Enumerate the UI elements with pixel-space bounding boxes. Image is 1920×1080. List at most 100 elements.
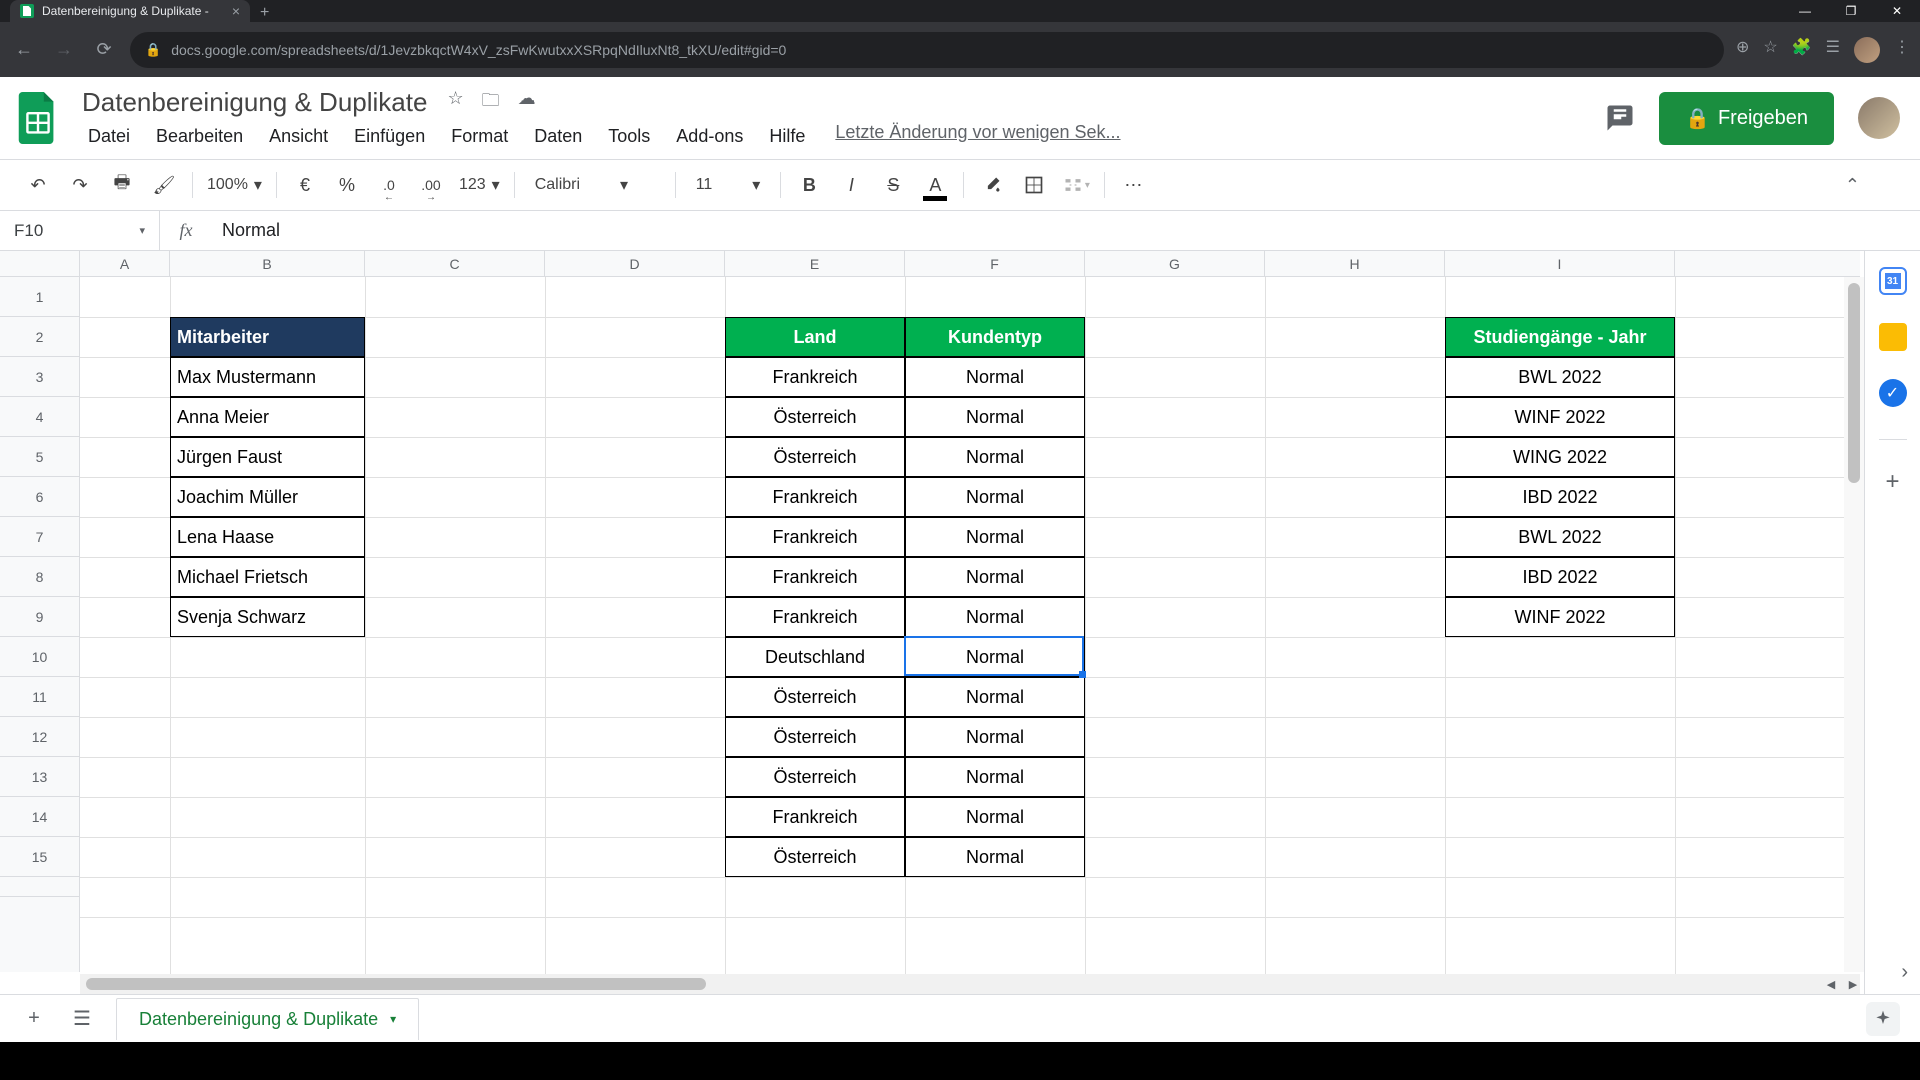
- merge-cells-button[interactable]: ▾: [1058, 167, 1094, 203]
- currency-button[interactable]: €: [287, 167, 323, 203]
- number-format-dropdown[interactable]: 123▾: [455, 175, 504, 195]
- window-close[interactable]: ✕: [1874, 0, 1920, 22]
- window-maximize[interactable]: ❐: [1828, 0, 1874, 22]
- formula-bar[interactable]: Normal: [212, 220, 1920, 241]
- decrease-decimal-button[interactable]: .0←: [371, 167, 407, 203]
- column-header-H[interactable]: H: [1265, 251, 1445, 276]
- new-tab-button[interactable]: +: [250, 4, 279, 22]
- table2-header[interactable]: Land: [725, 317, 905, 357]
- table3-header[interactable]: Studiengänge - Jahr: [1445, 317, 1675, 357]
- table1-cell[interactable]: Joachim Müller: [170, 477, 365, 517]
- column-header-A[interactable]: A: [80, 251, 170, 276]
- percent-button[interactable]: %: [329, 167, 365, 203]
- font-size-dropdown[interactable]: 11▾: [686, 175, 771, 195]
- text-color-button[interactable]: A: [917, 167, 953, 203]
- row-header-6[interactable]: 6: [0, 477, 79, 517]
- table2-cell[interactable]: Normal: [905, 797, 1085, 837]
- menu-datei[interactable]: Datei: [76, 122, 142, 151]
- row-header-1[interactable]: 1: [0, 277, 79, 317]
- table2-cell[interactable]: Österreich: [725, 717, 905, 757]
- move-icon[interactable]: 🗀: [482, 88, 500, 118]
- table3-cell[interactable]: WING 2022: [1445, 437, 1675, 477]
- table2-cell[interactable]: Normal: [905, 717, 1085, 757]
- bookmark-icon[interactable]: ☆: [1763, 37, 1777, 63]
- menu-hilfe[interactable]: Hilfe: [757, 122, 817, 151]
- address-bar[interactable]: 🔒 docs.google.com/spreadsheets/d/1Jevzbk…: [130, 32, 1724, 68]
- menu-format[interactable]: Format: [439, 122, 520, 151]
- browser-menu-icon[interactable]: ⋮: [1894, 37, 1910, 63]
- sheets-logo[interactable]: [12, 92, 64, 144]
- add-sheet-button[interactable]: +: [20, 1005, 48, 1033]
- column-header-D[interactable]: D: [545, 251, 725, 276]
- row-header-3[interactable]: 3: [0, 357, 79, 397]
- table3-cell[interactable]: WINF 2022: [1445, 397, 1675, 437]
- row-header-12[interactable]: 12: [0, 717, 79, 757]
- row-header-7[interactable]: 7: [0, 517, 79, 557]
- menu-addons[interactable]: Add-ons: [664, 122, 755, 151]
- horizontal-scrollbar[interactable]: [80, 974, 1860, 994]
- browser-tab[interactable]: Datenbereinigung & Duplikate - ×: [10, 0, 250, 22]
- row-header-9[interactable]: 9: [0, 597, 79, 637]
- share-button[interactable]: 🔒 Freigeben: [1659, 92, 1834, 145]
- table2-cell[interactable]: Normal: [905, 677, 1085, 717]
- forward-button[interactable]: →: [50, 36, 78, 64]
- row-header-10[interactable]: 10: [0, 637, 79, 677]
- table2-cell[interactable]: Normal: [905, 557, 1085, 597]
- table2-cell[interactable]: Normal: [905, 397, 1085, 437]
- table2-cell[interactable]: Frankreich: [725, 557, 905, 597]
- menu-bearbeiten[interactable]: Bearbeiten: [144, 122, 255, 151]
- table2-cell[interactable]: Normal: [905, 477, 1085, 517]
- column-header-F[interactable]: F: [905, 251, 1085, 276]
- table2-cell[interactable]: Frankreich: [725, 357, 905, 397]
- zoom-dropdown[interactable]: 100%▾: [203, 175, 266, 195]
- fill-color-button[interactable]: [974, 167, 1010, 203]
- table2-cell[interactable]: Österreich: [725, 677, 905, 717]
- print-button[interactable]: 🖶: [104, 167, 140, 203]
- paint-format-button[interactable]: 🖌: [146, 167, 182, 203]
- table3-cell[interactable]: BWL 2022: [1445, 517, 1675, 557]
- table1-cell[interactable]: Max Mustermann: [170, 357, 365, 397]
- table1-cell[interactable]: Michael Frietsch: [170, 557, 365, 597]
- explore-button[interactable]: [1866, 1002, 1900, 1036]
- table1-cell[interactable]: Jürgen Faust: [170, 437, 365, 477]
- window-minimize[interactable]: —: [1782, 0, 1828, 22]
- table3-cell[interactable]: WINF 2022: [1445, 597, 1675, 637]
- borders-button[interactable]: [1016, 167, 1052, 203]
- row-header-11[interactable]: 11: [0, 677, 79, 717]
- table2-cell[interactable]: Österreich: [725, 397, 905, 437]
- row-header-13[interactable]: 13: [0, 757, 79, 797]
- column-header-E[interactable]: E: [725, 251, 905, 276]
- all-sheets-button[interactable]: ☰: [68, 1005, 96, 1033]
- table2-header[interactable]: Kundentyp: [905, 317, 1085, 357]
- reading-list-icon[interactable]: ☰: [1826, 37, 1840, 63]
- table1-header[interactable]: Mitarbeiter: [170, 317, 365, 357]
- more-toolbar-button[interactable]: ⋯: [1115, 167, 1151, 203]
- account-avatar[interactable]: [1858, 97, 1900, 139]
- comments-icon[interactable]: [1605, 103, 1635, 133]
- keep-icon[interactable]: [1879, 323, 1907, 351]
- zoom-icon[interactable]: ⊕: [1736, 37, 1749, 63]
- table2-cell[interactable]: Deutschland: [725, 637, 905, 677]
- table2-cell[interactable]: Frankreich: [725, 477, 905, 517]
- row-header-8[interactable]: 8: [0, 557, 79, 597]
- row-header-2[interactable]: 2: [0, 317, 79, 357]
- table2-cell[interactable]: Normal: [905, 437, 1085, 477]
- redo-button[interactable]: ↷: [62, 167, 98, 203]
- profile-avatar[interactable]: [1854, 37, 1880, 63]
- row-header-14[interactable]: 14: [0, 797, 79, 837]
- table1-cell[interactable]: Lena Haase: [170, 517, 365, 557]
- strikethrough-button[interactable]: S: [875, 167, 911, 203]
- reload-button[interactable]: ⟳: [90, 36, 118, 64]
- extensions-icon[interactable]: 🧩: [1792, 37, 1812, 63]
- menu-tools[interactable]: Tools: [596, 122, 662, 151]
- increase-decimal-button[interactable]: .00→: [413, 167, 449, 203]
- sheet-tab[interactable]: Datenbereinigung & Duplikate ▾: [116, 998, 419, 1040]
- add-addon-icon[interactable]: +: [1879, 468, 1907, 496]
- cloud-status-icon[interactable]: ☁: [518, 88, 536, 118]
- table2-cell[interactable]: Österreich: [725, 757, 905, 797]
- table2-cell[interactable]: Österreich: [725, 837, 905, 877]
- menu-ansicht[interactable]: Ansicht: [257, 122, 340, 151]
- table2-cell[interactable]: Normal: [905, 637, 1085, 677]
- column-header-B[interactable]: B: [170, 251, 365, 276]
- menu-daten[interactable]: Daten: [522, 122, 594, 151]
